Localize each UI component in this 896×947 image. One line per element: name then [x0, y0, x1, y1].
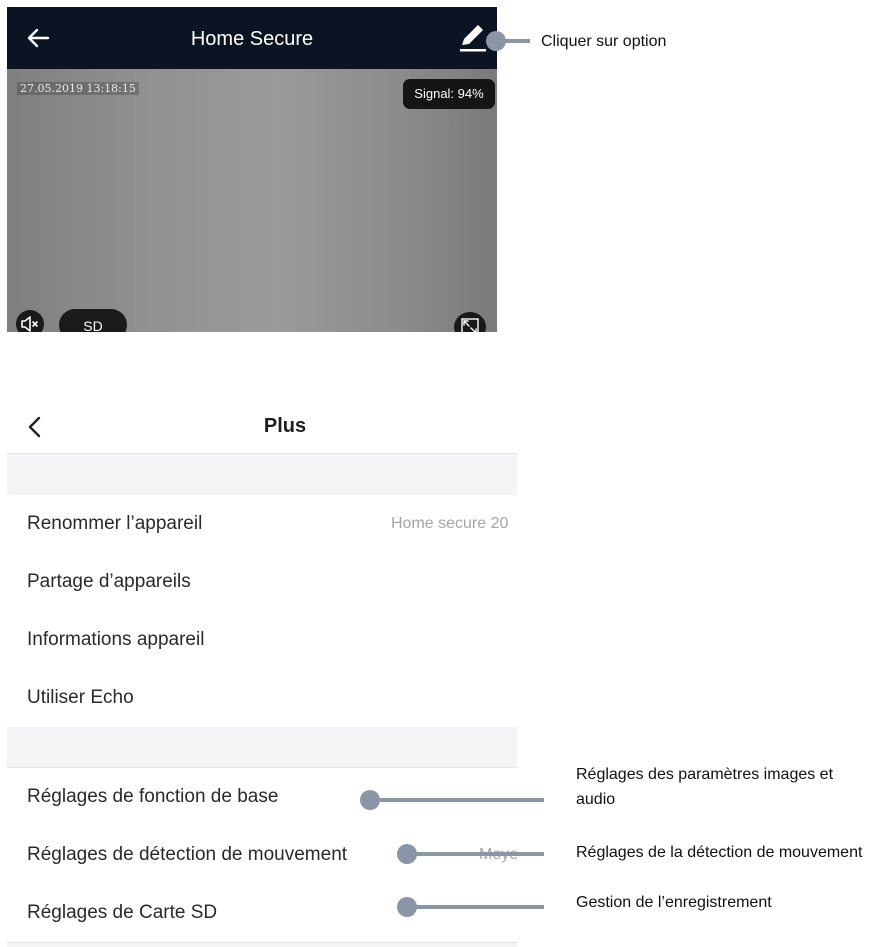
camera-header: Home Secure	[7, 7, 497, 69]
menu-item-label: Utiliser Echo	[27, 687, 134, 708]
page-title: Plus	[263, 415, 307, 437]
callout-dot-basic-settings	[360, 790, 380, 810]
menu-item-sd-card-settings[interactable]: Réglages de Carte SD	[7, 884, 517, 943]
callout-dot-motion	[397, 844, 417, 864]
camera-screen: Home Secure 27.05.2019 13:18:15 Signal: …	[7, 7, 497, 332]
plus-settings-screen: Plus Renommer l’appareil Home secure 20 …	[7, 393, 517, 947]
callout-line-motion	[408, 852, 544, 856]
menu-item-label: Partage d’appareils	[27, 571, 191, 592]
video-timestamp: 27.05.2019 13:18:15	[17, 82, 139, 95]
mute-button[interactable]	[16, 310, 44, 332]
callout-recording: Gestion de l’enregistrement	[576, 894, 772, 911]
callout-basic-settings-line1: Réglages des paramètres images et	[576, 766, 834, 783]
menu-item-value: Home secure 20	[391, 515, 509, 532]
callout-line-recording	[408, 905, 544, 909]
pencil-icon	[460, 25, 486, 52]
section-divider	[7, 943, 517, 947]
menu-item-rename-device[interactable]: Renommer l’appareil Home secure 20	[7, 495, 517, 554]
speaker-muted-icon	[21, 316, 38, 332]
menu-item-label: Renommer l’appareil	[27, 513, 203, 534]
callout-dot-recording	[397, 897, 417, 917]
section-divider	[7, 453, 517, 496]
menu-item-device-sharing[interactable]: Partage d’appareils	[7, 553, 517, 612]
callout-option: Cliquer sur option	[541, 33, 667, 50]
callout-basic-settings-line2: audio	[576, 791, 616, 808]
callout-line-basic-settings	[372, 798, 544, 802]
menu-item-label: Réglages de Carte SD	[27, 902, 218, 923]
callout-dot-option	[486, 31, 506, 51]
callout-motion: Réglages de la détection de mouvement	[576, 844, 863, 861]
fullscreen-icon	[461, 318, 479, 332]
camera-video-feed[interactable]: 27.05.2019 13:18:15 Signal: 94% SD	[7, 69, 497, 332]
camera-title: Home Secure	[190, 28, 314, 50]
fullscreen-button[interactable]	[454, 312, 486, 332]
signal-badge: Signal: 94%	[403, 79, 495, 109]
edit-option-button[interactable]	[458, 21, 488, 53]
menu-item-label: Informations appareil	[27, 629, 205, 650]
menu-item-label: Réglages de fonction de base	[27, 786, 279, 807]
menu-item-device-info[interactable]: Informations appareil	[7, 611, 517, 670]
quality-toggle-button[interactable]: SD	[59, 309, 127, 332]
menu-item-label: Réglages de détection de mouvement	[27, 844, 348, 865]
section-divider	[7, 727, 517, 768]
menu-item-use-echo[interactable]: Utiliser Echo	[7, 669, 517, 727]
